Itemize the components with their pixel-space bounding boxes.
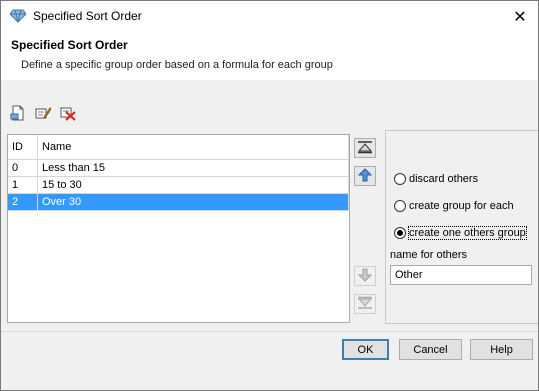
radio-label[interactable]: create one others group [408,226,527,240]
row-name-cell[interactable]: Over 30 [37,193,349,211]
group-table-panel: ID Name 0 Less than 15 1 15 to 30 2 Over… [7,134,350,323]
help-button[interactable]: Help [470,339,533,360]
column-header-id[interactable]: ID [8,135,38,160]
delete-icon[interactable] [59,104,77,122]
title-bar: Specified Sort Order ✕ [1,1,538,32]
radio-discard-others[interactable]: discard others [394,173,478,185]
footer-divider [1,331,538,332]
header-title: Specified Sort Order [11,38,128,52]
new-document-icon[interactable] [9,104,27,122]
table-row[interactable]: 1 15 to 30 [8,176,349,194]
header-description: Define a specific group order based on a… [21,59,333,71]
radio-dot [397,230,403,236]
row-name-cell[interactable]: Less than 15 [37,159,349,177]
row-id-cell[interactable]: 0 [8,159,38,177]
column-header-name[interactable]: Name [37,135,349,160]
ok-button[interactable]: OK [342,339,389,360]
radio-button[interactable] [394,200,406,212]
move-down-icon [357,268,373,285]
edit-icon[interactable] [34,104,52,122]
radio-button[interactable] [394,173,406,185]
diamond-icon [9,9,27,23]
move-to-bottom-icon [357,296,373,313]
header-banner: Specified Sort Order Define a specific g… [1,32,538,80]
group-table: ID Name 0 Less than 15 1 15 to 30 2 Over… [8,135,349,211]
dialog-window: Specified Sort Order ✕ Specified Sort Or… [0,0,539,391]
move-to-top-button[interactable] [354,138,376,158]
move-to-bottom-button[interactable] [354,294,376,314]
others-name-input[interactable] [390,265,532,285]
radio-label[interactable]: discard others [409,173,478,185]
row-id-cell[interactable]: 2 [8,193,38,211]
radio-button-checked[interactable] [394,227,406,239]
move-to-top-icon [357,140,373,157]
move-up-icon [357,167,373,185]
row-id-cell[interactable]: 1 [8,176,38,194]
move-down-button[interactable] [354,266,376,286]
table-header-row: ID Name [8,135,349,160]
radio-label[interactable]: create group for each [409,200,514,212]
radio-create-group-for-each[interactable]: create group for each [394,200,514,212]
move-up-button[interactable] [354,166,376,186]
cancel-button[interactable]: Cancel [399,339,462,360]
table-row[interactable]: 0 Less than 15 [8,159,349,177]
table-row-selected[interactable]: 2 Over 30 [8,193,349,211]
options-panel: discard others create group for each cre… [385,130,538,324]
close-icon[interactable]: ✕ [502,1,538,32]
radio-create-one-others-group[interactable]: create one others group [394,226,527,240]
row-name-cell[interactable]: 15 to 30 [37,176,349,194]
others-name-label: name for others [390,249,468,261]
window-title: Specified Sort Order [33,9,142,23]
